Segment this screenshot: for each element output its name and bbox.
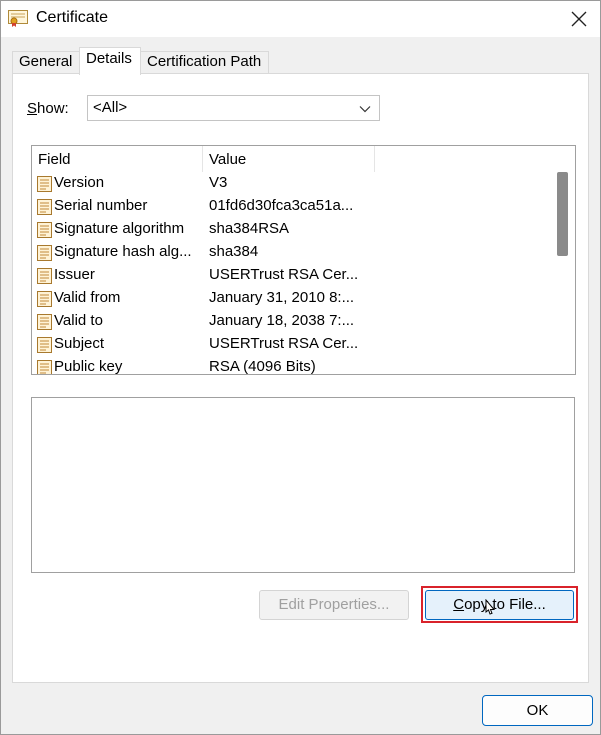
list-item[interactable]: Public key RSA (4096 Bits) [32,356,550,375]
scroll-thumb[interactable] [557,172,568,256]
fields-list[interactable]: Field Value Version V3 Serial number 01fd6d… [31,145,576,375]
tab-details[interactable]: Details [79,47,141,75]
show-dropdown[interactable]: <All> [87,95,380,121]
list-scrollbar[interactable] [549,146,575,374]
field-icon [37,337,52,353]
certificate-icon [8,10,28,27]
edit-properties-button: Edit Properties... [259,590,409,620]
field-value: sha384 [209,243,259,260]
field-name: Issuer [54,266,95,283]
close-icon [571,11,586,27]
field-name: Signature hash alg... [54,243,192,260]
certificate-dialog: Certificate General Details Certificatio… [0,0,601,735]
field-icon [37,291,52,307]
details-panel: Show: <All> Field Value Version V3 Serial … [12,73,589,683]
field-icon [37,314,52,330]
field-icon [37,176,52,192]
field-value: sha384RSA [209,220,290,237]
field-value: January 31, 2010 8:... [209,289,355,306]
field-value: USERTrust RSA Cer... [209,335,359,352]
list-item[interactable]: Serial number 01fd6d30fca3ca51a... [32,195,550,218]
field-value: USERTrust RSA Cer... [209,266,359,283]
list-header: Field Value [32,146,550,172]
field-name: Valid to [54,312,103,329]
field-value: V3 [209,174,228,191]
column-header-value[interactable]: Value [203,146,375,172]
show-label: Show: [27,100,69,117]
field-name: Version [54,174,105,191]
ok-button[interactable]: OK [482,695,593,726]
list-item[interactable]: Signature algorithm sha384RSA [32,218,550,241]
tab-certification-path[interactable]: Certification Path [140,51,269,74]
field-name: Serial number [54,197,148,214]
mouse-cursor-icon [485,599,496,615]
field-icon [37,360,52,374]
list-item[interactable]: Subject USERTrust RSA Cer... [32,333,550,356]
close-button[interactable] [557,1,600,37]
field-icon [37,222,52,238]
field-icon [37,199,52,215]
copy-to-file-button[interactable]: Copy to File... [425,590,574,620]
tab-strip: General Details Certification Path [1,37,600,75]
list-item[interactable]: Signature hash alg... sha384 [32,241,550,264]
field-name: Public key [54,358,123,375]
field-value: RSA (4096 Bits) [209,358,316,375]
list-item[interactable]: Valid from January 31, 2010 8:... [32,287,550,310]
field-detail-box[interactable] [31,397,575,573]
tab-general[interactable]: General [12,51,80,74]
show-selected-value: <All> [93,99,128,116]
window-title: Certificate [36,9,109,26]
field-value: 01fd6d30fca3ca51a... [209,197,354,214]
field-icon [37,268,52,284]
list-item[interactable]: Valid to January 18, 2038 7:... [32,310,550,333]
field-name: Subject [54,335,105,352]
title-bar[interactable]: Certificate [1,1,600,37]
field-value: January 18, 2038 7:... [209,312,355,329]
column-header-field[interactable]: Field [32,146,203,172]
field-name: Valid from [54,289,121,306]
field-name: Signature algorithm [54,220,185,237]
list-item[interactable]: Version V3 [32,172,550,195]
chevron-down-icon [359,106,371,113]
list-item[interactable]: Issuer USERTrust RSA Cer... [32,264,550,287]
field-icon [37,245,52,261]
